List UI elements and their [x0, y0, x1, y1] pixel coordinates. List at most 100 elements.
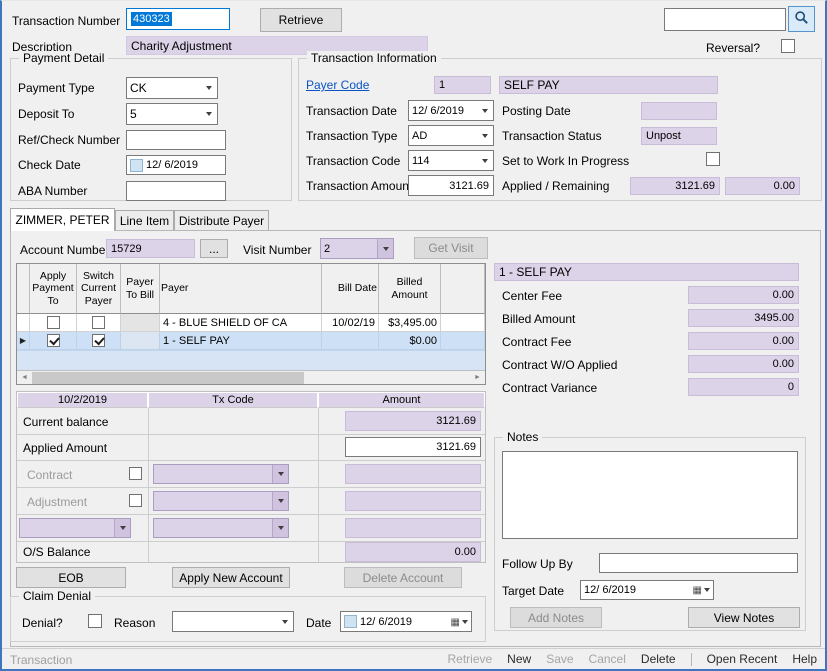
eob-button[interactable]: EOB — [16, 567, 126, 588]
grid-horizontal-scrollbar[interactable] — [17, 370, 485, 384]
check-date-checkbox[interactable] — [130, 158, 143, 172]
transaction-date-combo[interactable]: 12/ 6/2019 — [408, 100, 494, 121]
tab-distribute-payer[interactable]: Distribute Payer — [174, 210, 269, 231]
transaction-code-combo[interactable]: 114 — [408, 150, 494, 171]
payer-cell: 1 - SELF PAY — [160, 332, 322, 350]
denial-reason-combo[interactable] — [172, 611, 294, 632]
status-bar: Transaction Retrieve New Save Cancel Del… — [2, 648, 825, 669]
payment-type-combo[interactable]: CK — [126, 77, 218, 99]
status-retrieve[interactable]: Retrieve — [447, 652, 492, 666]
transaction-status-label: Transaction Status — [502, 129, 602, 143]
search-icon — [794, 10, 809, 28]
payer-row[interactable]: 4 - BLUE SHIELD OF CA 10/02/19 $3,495.00 — [17, 314, 485, 332]
notes-textarea[interactable] — [502, 451, 798, 539]
status-separator — [690, 652, 692, 666]
target-date-picker[interactable]: 12/ 6/2019 — [580, 580, 714, 600]
col-switch-payer: Switch Current Payer — [77, 264, 121, 314]
reversal-checkbox[interactable] — [781, 39, 795, 53]
applied-amount-label: Applied Amount — [23, 441, 108, 455]
status-open-recent[interactable]: Open Recent — [707, 652, 778, 666]
account-number-field: 15729 — [106, 239, 195, 258]
apply-new-account-button[interactable]: Apply New Account — [172, 567, 290, 588]
deposit-to-combo[interactable]: 5 — [126, 103, 218, 125]
chevron-down-icon — [272, 492, 288, 510]
contract-variance-label: Contract Variance — [502, 381, 598, 395]
denial-date-picker[interactable]: 12/ 6/2019 — [340, 611, 472, 632]
extra-type-combo[interactable] — [19, 518, 131, 538]
delete-account-button[interactable]: Delete Account — [344, 567, 462, 588]
view-notes-button[interactable]: View Notes — [688, 607, 800, 628]
denial-checkbox[interactable] — [88, 614, 102, 628]
switch-payer-checkbox[interactable] — [92, 316, 105, 329]
chevron-down-icon — [201, 78, 217, 98]
os-balance-field: 0.00 — [345, 542, 481, 562]
check-date-value: 12/ 6/2019 — [146, 159, 198, 171]
follow-up-by-input[interactable] — [599, 553, 798, 573]
tab-line-item[interactable]: Line Item — [115, 210, 174, 231]
posting-date-label: Posting Date — [502, 104, 571, 118]
transaction-status-field: Unpost — [641, 127, 717, 145]
reason-label: Reason — [114, 616, 156, 630]
get-visit-button[interactable]: Get Visit — [414, 237, 488, 259]
ref-check-number-input[interactable] — [126, 130, 226, 150]
account-browse-button[interactable]: ... — [200, 239, 228, 258]
quick-search-input[interactable] — [664, 8, 786, 31]
adjustment-checkbox[interactable] — [129, 494, 142, 507]
add-notes-button[interactable]: Add Notes — [510, 607, 602, 628]
scroll-right-arrow-icon[interactable] — [470, 371, 485, 385]
contract-amount-field — [345, 464, 481, 484]
scrollbar-thumb[interactable] — [32, 371, 304, 384]
account-number-label: Account Number — [20, 243, 110, 257]
status-delete[interactable]: Delete — [641, 652, 676, 666]
applied-amount-field: 3121.69 — [630, 177, 720, 195]
apply-date-header: 10/2/2019 — [17, 392, 148, 408]
billed-amount-cell: $3,495.00 — [379, 314, 441, 332]
denial-date-value: 12/ 6/2019 — [360, 615, 412, 628]
retrieve-button[interactable]: Retrieve — [260, 8, 342, 32]
contract-fee-label: Contract Fee — [502, 335, 572, 349]
current-row-arrow-icon — [17, 332, 30, 350]
status-module-label: Transaction — [10, 653, 73, 667]
status-new[interactable]: New — [507, 652, 531, 666]
check-date-picker[interactable]: 12/ 6/2019 — [126, 155, 226, 175]
apply-payment-checkbox[interactable] — [46, 316, 60, 329]
tab-patient[interactable]: ZIMMER, PETER — [10, 208, 115, 231]
col-payer-to-bill: Payer To Bill — [121, 264, 160, 314]
notes-title: Notes — [503, 430, 543, 445]
adjustment-code-combo[interactable] — [153, 491, 289, 511]
bill-date-cell — [322, 332, 379, 350]
applied-amount-input[interactable] — [345, 437, 481, 457]
transaction-type-combo[interactable]: AD — [408, 125, 494, 146]
transaction-number-input[interactable]: 430323 — [126, 8, 230, 30]
scroll-left-arrow-icon[interactable] — [17, 371, 32, 385]
work-in-progress-checkbox[interactable] — [706, 152, 720, 166]
status-help[interactable]: Help — [792, 652, 817, 666]
search-button[interactable] — [788, 6, 815, 32]
bill-date-cell: 10/02/19 — [322, 314, 379, 332]
center-fee-label: Center Fee — [502, 289, 563, 303]
col-billed-amount: Billed Amount — [379, 264, 441, 314]
target-date-label: Target Date — [502, 584, 565, 598]
extra-code-combo[interactable] — [153, 518, 289, 538]
transaction-amount-label: Transaction Amount — [306, 179, 413, 193]
row-selector-cell — [17, 314, 30, 332]
status-save[interactable]: Save — [546, 652, 573, 666]
payer-row-selected[interactable]: 1 - SELF PAY $0.00 — [17, 332, 485, 350]
chevron-down-icon — [377, 239, 393, 258]
transaction-amount-input[interactable] — [408, 175, 494, 196]
contract-checkbox[interactable] — [129, 467, 142, 480]
contract-code-combo[interactable] — [153, 464, 289, 484]
payment-type-label: Payment Type — [18, 81, 95, 95]
center-fee-field: 0.00 — [688, 286, 799, 304]
chevron-down-icon — [477, 101, 493, 120]
aba-number-input[interactable] — [126, 181, 226, 201]
switch-cell — [77, 314, 121, 332]
visit-number-combo[interactable]: 2 — [320, 238, 394, 259]
denial-date-checkbox[interactable] — [344, 615, 357, 628]
apply-payment-checkbox[interactable] — [46, 334, 60, 347]
status-cancel[interactable]: Cancel — [589, 652, 626, 666]
transaction-date-label: Transaction Date — [306, 104, 397, 118]
payer-code-link[interactable]: Payer Code — [306, 78, 369, 92]
switch-payer-checkbox[interactable] — [92, 334, 105, 347]
col-bill-date: Bill Date — [322, 264, 379, 314]
